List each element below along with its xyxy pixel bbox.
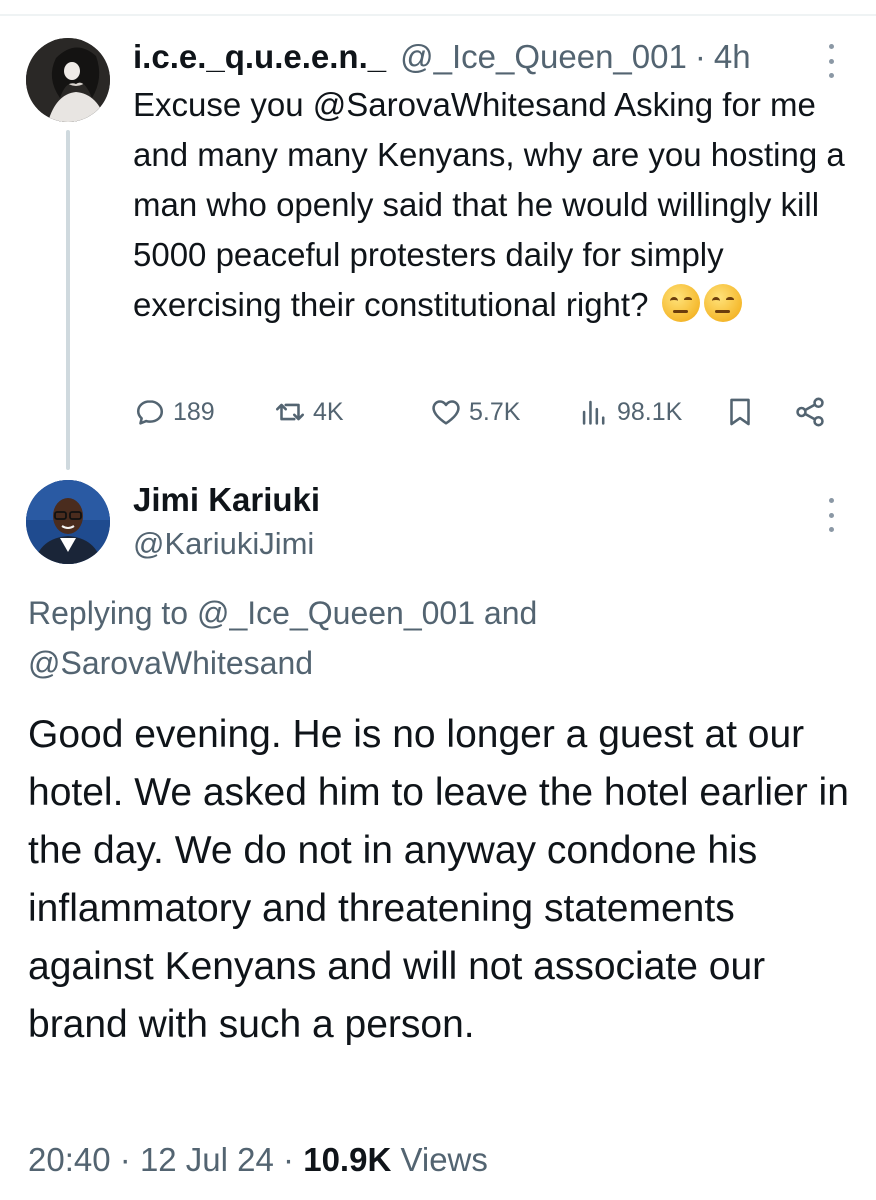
- tweet-header: i.c.e._q.u.e.e.n._ @_Ice_Queen_001 · 4h: [133, 34, 853, 80]
- separator: ·: [694, 38, 706, 75]
- analytics-icon: [582, 400, 605, 425]
- mention-link[interactable]: @SarovaWhitesand: [28, 645, 313, 681]
- replying-to: Replying to @_Ice_Queen_001 and @SarovaW…: [28, 588, 848, 688]
- display-name[interactable]: Jimi Kariuki: [133, 480, 320, 520]
- views-count: 98.1K: [617, 397, 683, 426]
- username[interactable]: @_Ice_Queen_001: [400, 34, 687, 80]
- unamused-face-emoji: [703, 284, 742, 322]
- like-count: 5.7K: [469, 397, 521, 426]
- more-vertical-icon[interactable]: [826, 44, 836, 78]
- more-vertical-icon[interactable]: [826, 498, 836, 532]
- timestamp[interactable]: 20:40: [28, 1141, 111, 1178]
- divider: [0, 14, 876, 16]
- reply-count: 189: [173, 397, 215, 426]
- share-button[interactable]: [793, 390, 827, 434]
- mention-link[interactable]: @_Ice_Queen_001: [197, 595, 475, 631]
- thread-line: [66, 130, 70, 470]
- tweet-actions: 189 4K 5.7K 98.1K: [133, 390, 843, 434]
- views-count[interactable]: 10.9K: [303, 1141, 391, 1178]
- retweet-button[interactable]: 4K: [273, 390, 344, 434]
- reply-icon: [136, 400, 164, 425]
- like-button[interactable]: 5.7K: [429, 390, 520, 434]
- display-name[interactable]: i.c.e._q.u.e.e.n._: [133, 34, 386, 80]
- avatar[interactable]: [26, 38, 110, 122]
- heart-icon: [432, 400, 460, 425]
- replying-label: Replying to: [28, 595, 189, 631]
- bookmark-button[interactable]: [723, 390, 757, 434]
- views-label: Views: [400, 1141, 488, 1178]
- tweet-body: Excuse you @SarovaWhitesand Asking for m…: [133, 86, 845, 323]
- timestamp[interactable]: 4h: [714, 34, 751, 80]
- reply-button[interactable]: 189: [133, 390, 215, 434]
- tweet-meta: 20:40 · 12 Jul 24 · 10.9K Views: [28, 1138, 488, 1182]
- retweet-icon: [275, 403, 305, 421]
- separator: ·: [119, 1141, 131, 1178]
- username[interactable]: @KariukiJimi: [133, 524, 314, 564]
- tweet-detail-view: i.c.e._q.u.e.e.n._ @_Ice_Queen_001 · 4h …: [0, 0, 876, 1200]
- share-icon: [796, 397, 824, 427]
- separator: ·: [283, 1141, 295, 1178]
- tweet-text: Excuse you @SarovaWhitesand Asking for m…: [133, 80, 863, 330]
- date[interactable]: 12 Jul 24: [140, 1141, 274, 1178]
- bookmark-icon: [730, 398, 750, 426]
- tweet-text: Good evening. He is no longer a guest at…: [28, 713, 849, 1046]
- replying-and: and: [483, 595, 538, 631]
- views-button[interactable]: 98.1K: [577, 390, 682, 434]
- avatar[interactable]: [26, 480, 110, 564]
- unamused-face-emoji: [661, 284, 700, 322]
- retweet-count: 4K: [313, 397, 344, 426]
